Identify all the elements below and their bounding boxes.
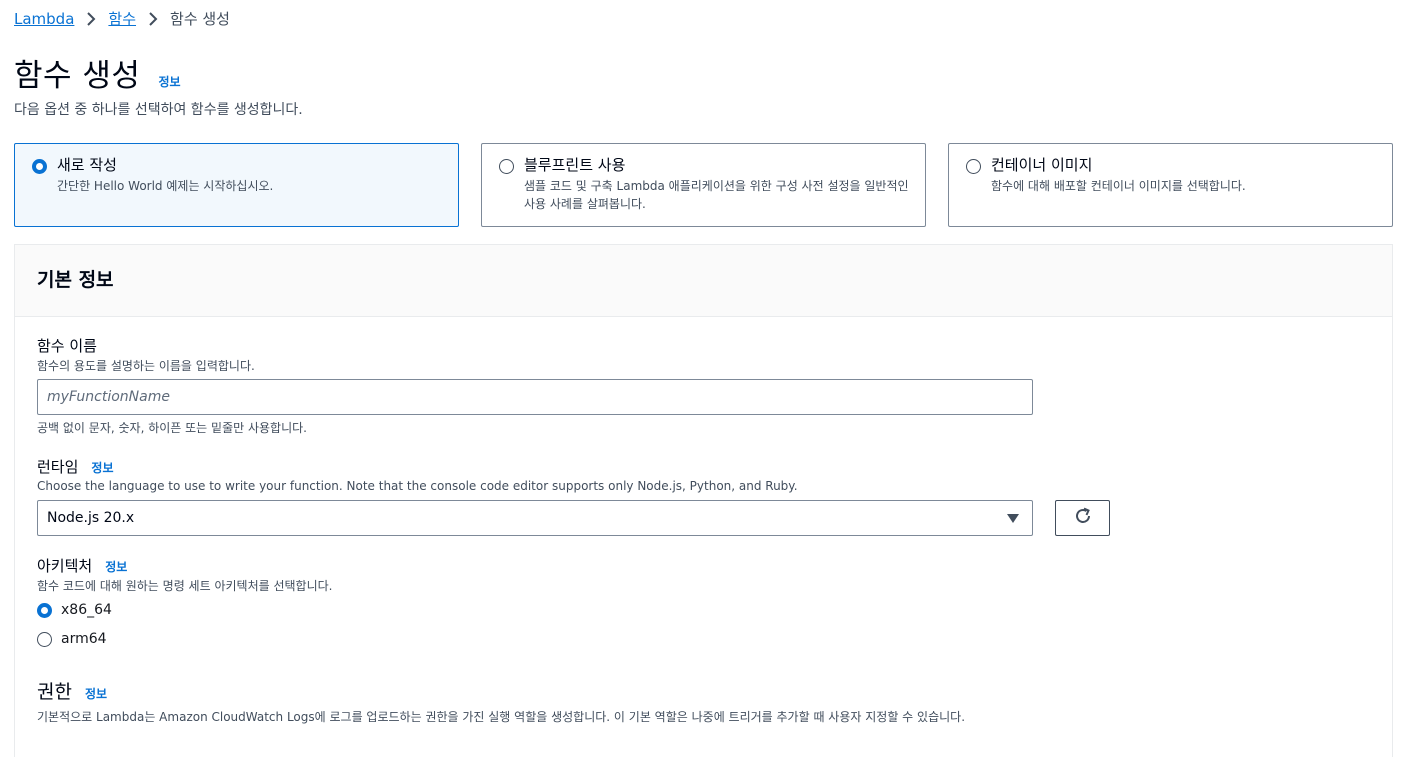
refresh-icon — [1073, 506, 1093, 530]
architecture-option-x86[interactable]: x86_64 — [37, 602, 112, 618]
architecture-description: 함수 코드에 대해 원하는 명령 세트 아키텍처를 선택합니다. — [37, 579, 333, 593]
runtime-selected-value: Node.js 20.x — [47, 510, 135, 526]
permissions-description: 기본적으로 Lambda는 Amazon CloudWatch Logs에 로그… — [37, 710, 966, 724]
panel-header: 기본 정보 — [15, 245, 1392, 317]
runtime-info-link[interactable]: 정보 — [91, 459, 113, 476]
option-author-from-scratch[interactable]: 새로 작성 간단한 Hello World 예제는 시작하십시오. — [14, 143, 459, 227]
function-name-description: 함수의 용도를 설명하는 이름을 입력합니다. — [37, 359, 255, 373]
breadcrumb: Lambda 함수 함수 생성 — [14, 8, 230, 29]
runtime-label: 런타임 — [37, 458, 79, 476]
radio-icon[interactable] — [32, 159, 47, 174]
architecture-info-link[interactable]: 정보 — [105, 558, 127, 575]
architecture-option-arm64[interactable]: arm64 — [37, 631, 107, 647]
refresh-runtime-button[interactable] — [1055, 500, 1110, 536]
radio-icon[interactable] — [499, 159, 514, 174]
panel-title: 기본 정보 — [37, 269, 114, 291]
option-title: 컨테이너 이미지 — [991, 156, 1093, 174]
option-container-image[interactable]: 컨테이너 이미지 함수에 대해 배포할 컨테이너 이미지를 선택합니다. — [948, 143, 1393, 227]
runtime-description: Choose the language to use to write your… — [37, 479, 798, 493]
architecture-label-row: 아키텍처 정보 — [37, 555, 127, 576]
page-info-link[interactable]: 정보 — [158, 73, 180, 90]
basic-info-panel: 기본 정보 함수 이름 함수의 용도를 설명하는 이름을 입력합니다. myFu… — [14, 244, 1393, 757]
page-description: 다음 옵션 중 하나를 선택하여 함수를 생성합니다. — [14, 102, 303, 118]
breadcrumb-current: 함수 생성 — [170, 10, 230, 28]
architecture-option-label: arm64 — [61, 631, 107, 647]
architecture-option-label: x86_64 — [61, 602, 112, 618]
permissions-info-link[interactable]: 정보 — [85, 685, 107, 702]
chevron-right-icon — [136, 11, 170, 26]
runtime-label-row: 런타임 정보 — [37, 456, 114, 477]
radio-icon[interactable] — [966, 159, 981, 174]
radio-icon[interactable] — [37, 602, 52, 618]
architecture-label: 아키텍처 — [37, 557, 93, 575]
page-title: 함수 생성 — [14, 58, 141, 94]
option-description: 함수에 대해 배포할 컨테이너 이미지를 선택합니다. — [991, 179, 1246, 193]
permissions-label: 권한 — [37, 681, 72, 703]
breadcrumb-functions-link[interactable]: 함수 — [108, 8, 136, 29]
function-name-label: 함수 이름 — [37, 337, 97, 355]
option-description: 간단한 Hello World 예제는 시작하십시오. — [57, 179, 274, 193]
page-header: 함수 생성 정보 — [14, 50, 181, 95]
function-name-constraint: 공백 없이 문자, 숫자, 하이픈 또는 밑줄만 사용합니다. — [37, 421, 307, 435]
radio-icon[interactable] — [37, 631, 52, 647]
option-description: 샘플 코드 및 구축 Lambda 애플리케이션을 위한 구성 사전 설정을 일… — [524, 179, 909, 211]
runtime-select[interactable]: Node.js 20.x — [37, 500, 1033, 536]
function-name-input[interactable]: myFunctionName — [37, 379, 1033, 415]
option-use-blueprint[interactable]: 블루프린트 사용 샘플 코드 및 구축 Lambda 애플리케이션을 위한 구성… — [481, 143, 926, 227]
chevron-right-icon — [74, 11, 108, 26]
caret-down-icon — [1007, 514, 1019, 523]
option-title: 새로 작성 — [57, 156, 117, 174]
option-title: 블루프린트 사용 — [524, 156, 626, 174]
breadcrumb-lambda-link[interactable]: Lambda — [14, 10, 74, 28]
permissions-label-row: 권한 정보 — [37, 677, 107, 704]
